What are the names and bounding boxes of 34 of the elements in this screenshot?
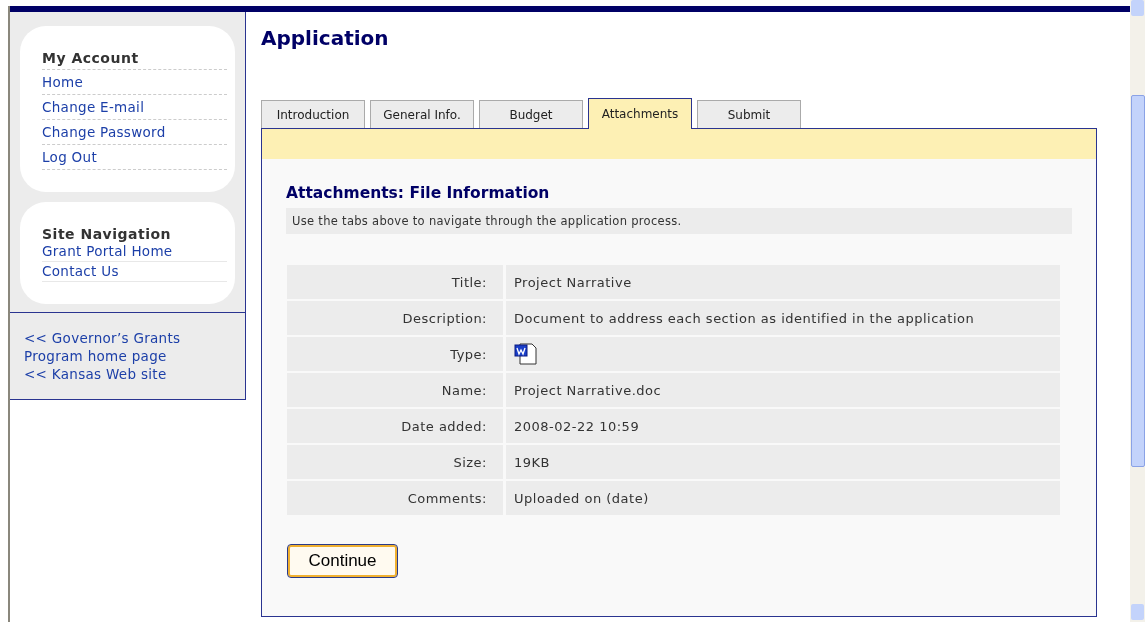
sidebar-link[interactable]: Log Out bbox=[42, 145, 227, 170]
sidebar-link[interactable]: Change Password bbox=[42, 120, 227, 145]
field-label: Comments: bbox=[287, 481, 506, 515]
page-title: Application bbox=[261, 26, 390, 52]
field-label: Name: bbox=[287, 373, 506, 407]
field-value: 19KB bbox=[506, 445, 1060, 479]
tab[interactable]: Submit bbox=[697, 100, 801, 128]
field-label: Size: bbox=[287, 445, 506, 479]
panel-heading: My Account bbox=[42, 50, 227, 70]
tab[interactable]: Budget bbox=[479, 100, 583, 128]
tab[interactable]: Attachments bbox=[588, 98, 692, 129]
external-link[interactable]: << Governor’s Grants Program home page bbox=[24, 329, 235, 365]
tab[interactable]: General Info. bbox=[370, 100, 474, 128]
field-label: Description: bbox=[287, 301, 506, 335]
panel-heading: Site Navigation bbox=[42, 226, 173, 242]
sidebar-link[interactable]: Contact Us bbox=[42, 262, 227, 282]
sidebar-link[interactable]: Change E-mail bbox=[42, 95, 227, 120]
field-label: Type: bbox=[287, 337, 506, 371]
field-label: Date added: bbox=[287, 409, 506, 443]
sidebar-link[interactable]: Grant Portal Home bbox=[42, 242, 227, 262]
external-link[interactable]: << Kansas Web site bbox=[24, 365, 235, 383]
field-value: Project Narrative.doc bbox=[506, 373, 1060, 407]
sidebar-link[interactable]: Home bbox=[42, 70, 227, 95]
field-value: 2008-02-22 10:59 bbox=[506, 409, 1060, 443]
continue-button[interactable]: Continue bbox=[288, 545, 397, 577]
section-heading: Attachments: File Information bbox=[286, 184, 551, 202]
field-label: Title: bbox=[287, 265, 506, 299]
hint-text: Use the tabs above to navigate through the application process. bbox=[286, 208, 1072, 234]
scrollbar[interactable] bbox=[1130, 0, 1145, 622]
field-value: Uploaded on (date) bbox=[506, 481, 1060, 515]
field-value: Project Narrative bbox=[506, 265, 1060, 299]
field-value: Document to address each section as identified in the application bbox=[506, 301, 1060, 335]
document-icon[interactable] bbox=[514, 343, 538, 365]
tab[interactable]: Introduction bbox=[261, 100, 365, 128]
